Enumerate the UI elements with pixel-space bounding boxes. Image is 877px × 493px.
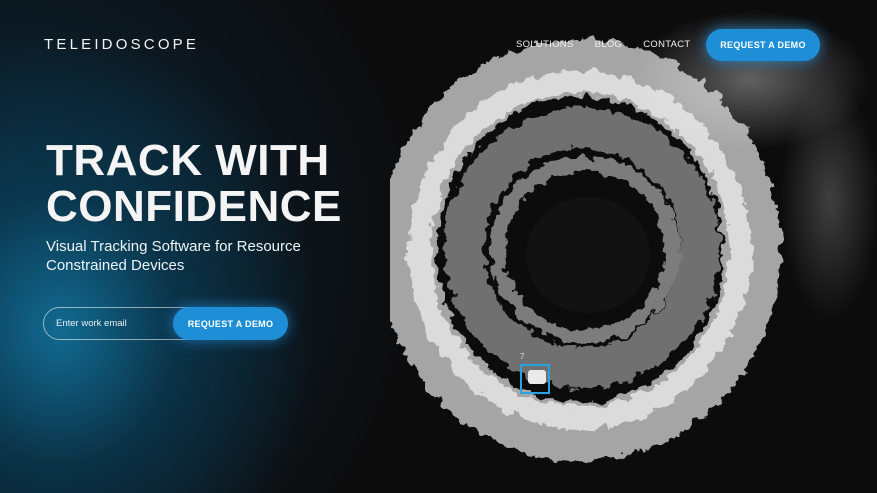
email-signup-form: REQUEST A DEMO [43, 307, 289, 340]
hero-headline-line2: CONFIDENCE [46, 182, 342, 231]
nav-contact-link[interactable]: CONTACT [643, 39, 690, 50]
hero-subheadline: Visual Tracking Software for Resource Co… [46, 237, 366, 275]
tracking-bounding-box [520, 364, 550, 394]
nav-blog-link[interactable]: BLOG [595, 39, 623, 50]
nav-solutions-link[interactable]: SOLUTIONS [516, 39, 574, 50]
hero-headline: TRACK WITH CONFIDENCE [46, 138, 342, 230]
brand-logo[interactable]: TELEIDOSCOPE [44, 36, 199, 53]
nav-request-demo-button[interactable]: REQUEST A DEMO [706, 29, 820, 61]
tracking-id-label: 7 [520, 352, 525, 361]
main-nav: SOLUTIONS BLOG CONTACT [516, 39, 712, 50]
hero-subheadline-line1: Visual Tracking Software for Resource [46, 238, 301, 255]
hero-headline-line1: TRACK WITH [46, 136, 330, 185]
hero-request-demo-button[interactable]: REQUEST A DEMO [173, 307, 288, 340]
boat-wake-hero-image [390, 10, 877, 461]
hero-subheadline-line2: Constrained Devices [46, 257, 185, 274]
